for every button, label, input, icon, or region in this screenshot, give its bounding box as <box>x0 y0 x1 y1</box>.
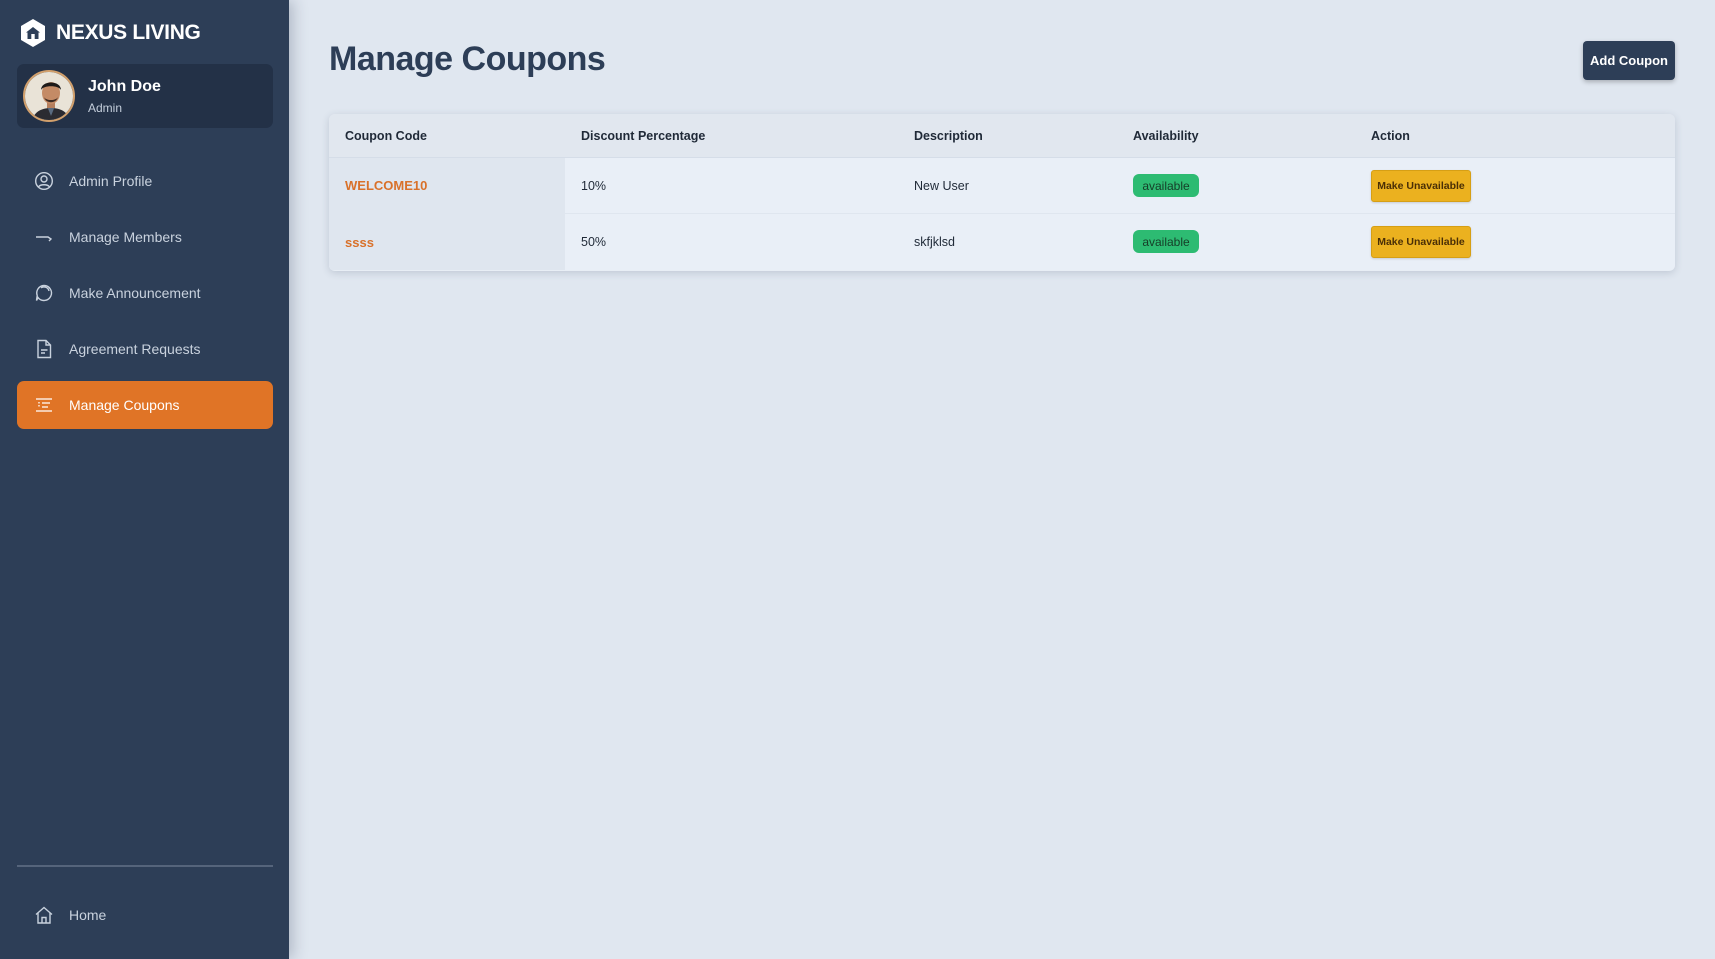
coupon-code-cell: ssss <box>329 214 565 270</box>
sidebar: NEXUS LIVING John Doe Admin Admin Profil… <box>0 0 289 959</box>
user-card: John Doe Admin <box>17 64 273 128</box>
sidebar-item-label: Home <box>69 907 107 923</box>
sidebar-item-label: Make Announcement <box>69 285 201 301</box>
status-badge: available <box>1133 230 1199 253</box>
coupons-table: Coupon Code Discount Percentage Descript… <box>329 114 1675 271</box>
sidebar-item-make-announcement[interactable]: Make Announcement <box>17 269 273 317</box>
brand-name: NEXUS LIVING <box>56 21 201 44</box>
sidebar-item-label: Agreement Requests <box>69 341 201 357</box>
house-hexagon-icon <box>20 18 46 48</box>
user-circle-icon <box>34 171 54 191</box>
coupon-code-cell: WELCOME10 <box>329 158 565 213</box>
add-coupon-button[interactable]: Add Coupon <box>1583 41 1675 80</box>
document-icon <box>34 339 54 359</box>
page-title: Manage Coupons <box>329 40 606 78</box>
sidebar-divider <box>17 865 273 867</box>
status-badge: available <box>1133 174 1199 197</box>
sidebar-item-home[interactable]: Home <box>17 891 273 939</box>
user-name: John Doe <box>88 77 161 95</box>
sidebar-item-admin-profile[interactable]: Admin Profile <box>17 157 273 205</box>
sidebar-item-manage-members[interactable]: Manage Members <box>17 213 273 261</box>
sidebar-item-manage-coupons[interactable]: Manage Coupons <box>17 381 273 429</box>
brand[interactable]: NEXUS LIVING <box>20 16 201 50</box>
coupon-code: ssss <box>345 234 374 250</box>
coupon-list-icon <box>34 395 54 415</box>
coupon-description: New User <box>914 178 969 193</box>
sidebar-item-agreement-requests[interactable]: Agreement Requests <box>17 325 273 373</box>
sidebar-nav: Admin Profile Manage Members Make Announ… <box>17 157 273 437</box>
header-description: Description <box>914 128 983 143</box>
sidebar-item-label: Admin Profile <box>69 173 153 189</box>
header-availability: Availability <box>1133 128 1199 143</box>
header-coupon-code: Coupon Code <box>345 128 427 143</box>
header-action: Action <box>1371 128 1410 143</box>
chat-bubble-icon <box>34 283 54 303</box>
make-unavailable-button[interactable]: Make Unavailable <box>1371 226 1471 258</box>
user-role: Admin <box>88 100 123 115</box>
coupon-code: WELCOME10 <box>345 178 428 193</box>
avatar <box>23 70 75 122</box>
coupon-description: skfjklsd <box>914 235 955 249</box>
sidebar-item-label: Manage Members <box>69 229 182 245</box>
discount-percentage: 10% <box>581 178 607 193</box>
table-row: ssss 50% skfjklsd available Make Unavail… <box>329 214 1675 270</box>
arrow-members-icon <box>34 227 54 247</box>
home-icon <box>34 905 54 925</box>
table-row: WELCOME10 10% New User available Make Un… <box>329 158 1675 214</box>
sidebar-item-label: Manage Coupons <box>69 397 180 413</box>
make-unavailable-button[interactable]: Make Unavailable <box>1371 170 1471 202</box>
header-discount-percentage: Discount Percentage <box>581 128 706 143</box>
table-header: Coupon Code Discount Percentage Descript… <box>329 114 1675 158</box>
discount-percentage: 50% <box>581 235 607 249</box>
